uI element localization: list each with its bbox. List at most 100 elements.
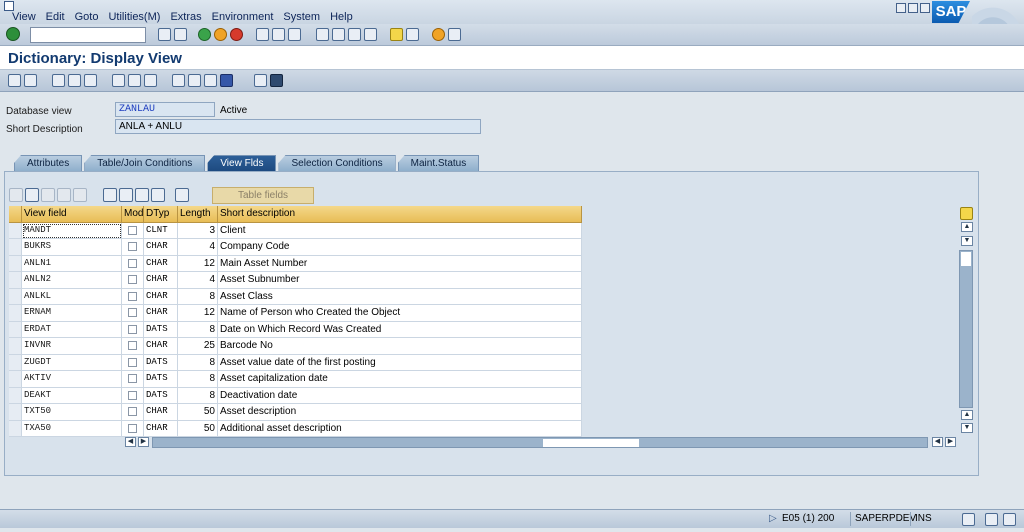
vertical-scroll-thumb[interactable] bbox=[961, 252, 971, 266]
mod-checkbox[interactable] bbox=[128, 324, 137, 334]
exit-icon[interactable] bbox=[214, 28, 227, 41]
scroll-up-bottom-icon[interactable]: ▲ bbox=[961, 410, 973, 420]
row-selector[interactable] bbox=[9, 255, 22, 272]
row-selector[interactable] bbox=[9, 354, 22, 371]
cut-icon[interactable] bbox=[9, 188, 23, 202]
mod-checkbox[interactable] bbox=[128, 308, 137, 318]
menu-extras[interactable]: Extras bbox=[170, 11, 201, 23]
technical-settings-icon[interactable] bbox=[270, 74, 283, 87]
save-icon[interactable] bbox=[174, 28, 187, 41]
menu-edit[interactable]: Edit bbox=[46, 11, 65, 23]
menu-environment[interactable]: Environment bbox=[212, 11, 274, 23]
tab-selection-conditions[interactable]: Selection Conditions bbox=[278, 155, 396, 171]
info-icon[interactable] bbox=[220, 74, 233, 87]
cancel-icon[interactable] bbox=[230, 28, 243, 41]
other-object-back-icon[interactable] bbox=[8, 74, 21, 87]
where-used-icon[interactable] bbox=[144, 74, 157, 87]
cell-view-field[interactable]: TXA50 bbox=[22, 420, 122, 437]
cell-view-field[interactable]: INVNR bbox=[22, 338, 122, 355]
close-window-icon[interactable] bbox=[920, 3, 930, 13]
table-row[interactable]: ANLN1 CHAR 12 Main Asset Number bbox=[9, 255, 582, 272]
select-all-icon[interactable] bbox=[103, 188, 117, 202]
table-row[interactable]: AKTIV DATS 8 Asset capitalization date bbox=[9, 371, 582, 388]
last-page-icon[interactable] bbox=[364, 28, 377, 41]
graphic-icon[interactable] bbox=[254, 74, 267, 87]
system-menu-icon[interactable] bbox=[4, 1, 14, 11]
column-config-icon[interactable] bbox=[960, 207, 973, 220]
horizontal-scroll-thumb[interactable] bbox=[543, 439, 639, 447]
paste-icon[interactable] bbox=[41, 188, 55, 202]
table-row[interactable]: BUKRS CHAR 4 Company Code bbox=[9, 239, 582, 256]
mod-checkbox[interactable] bbox=[128, 242, 137, 252]
vertical-scrollbar[interactable] bbox=[959, 250, 973, 408]
copy-icon[interactable] bbox=[25, 188, 39, 202]
col-dtyp[interactable]: DTyp bbox=[144, 206, 178, 223]
menu-utilities[interactable]: Utilities(M) bbox=[108, 11, 160, 23]
scroll-up-icon[interactable]: ▲ bbox=[961, 222, 973, 232]
enter-icon[interactable] bbox=[6, 27, 20, 41]
col-short-description[interactable]: Short description bbox=[218, 206, 582, 223]
menu-goto[interactable]: Goto bbox=[75, 11, 99, 23]
new-session-icon[interactable] bbox=[390, 28, 403, 41]
tab-table-join-conditions[interactable]: Table/Join Conditions bbox=[84, 155, 206, 171]
cell-view-field[interactable]: MANDT bbox=[22, 222, 122, 239]
row-selector[interactable] bbox=[9, 420, 22, 437]
table-row[interactable]: ANLN2 CHAR 4 Asset Subnumber bbox=[9, 272, 582, 289]
back-icon[interactable] bbox=[198, 28, 211, 41]
mod-checkbox[interactable] bbox=[128, 390, 137, 400]
mod-checkbox[interactable] bbox=[128, 258, 137, 268]
help-icon[interactable] bbox=[432, 28, 445, 41]
menu-view[interactable]: View bbox=[12, 11, 36, 23]
mod-checkbox[interactable] bbox=[128, 407, 137, 417]
row-selector[interactable] bbox=[9, 321, 22, 338]
tab-view-flds[interactable]: View Flds bbox=[207, 155, 277, 171]
navigation-window-icon[interactable] bbox=[204, 74, 217, 87]
active-inactive-icon[interactable] bbox=[68, 74, 81, 87]
short-desc-field[interactable]: ANLA + ANLU bbox=[115, 119, 481, 134]
table-row[interactable]: ZUGDT DATS 8 Asset value date of the first … bbox=[9, 354, 582, 371]
row-selector[interactable] bbox=[9, 272, 22, 289]
back-arrow-icon[interactable] bbox=[158, 28, 171, 41]
col-view-field[interactable]: View field bbox=[22, 206, 122, 223]
table-row[interactable]: MANDT CLNT 3 Client bbox=[9, 222, 582, 239]
table-row[interactable]: DEAKT DATS 8 Deactivation date bbox=[9, 387, 582, 404]
status-keyboard-icon[interactable] bbox=[962, 513, 975, 526]
insert-row-icon[interactable] bbox=[73, 188, 87, 202]
other-object-forward-icon[interactable] bbox=[24, 74, 37, 87]
cell-view-field[interactable]: ANLN2 bbox=[22, 272, 122, 289]
shortcut-icon[interactable] bbox=[406, 28, 419, 41]
other-object-icon[interactable] bbox=[84, 74, 97, 87]
mod-checkbox[interactable] bbox=[128, 291, 137, 301]
row-selector[interactable] bbox=[9, 404, 22, 421]
command-field[interactable] bbox=[30, 27, 146, 43]
activate-icon[interactable] bbox=[128, 74, 141, 87]
mod-checkbox[interactable] bbox=[128, 275, 137, 285]
first-column-scroll-icon[interactable]: ◀ bbox=[125, 437, 136, 447]
row-selector[interactable] bbox=[9, 288, 22, 305]
table-row[interactable]: ANLKL CHAR 8 Asset Class bbox=[9, 288, 582, 305]
tab-maint-status[interactable]: Maint.Status bbox=[397, 155, 480, 171]
tab-attributes[interactable]: Attributes bbox=[14, 155, 83, 171]
cell-view-field[interactable]: TXT50 bbox=[22, 404, 122, 421]
cell-view-field[interactable]: ZUGDT bbox=[22, 354, 122, 371]
mod-checkbox[interactable] bbox=[128, 357, 137, 367]
display-change-icon[interactable] bbox=[52, 74, 65, 87]
delete-row-icon[interactable] bbox=[57, 188, 71, 202]
status-options-icon[interactable] bbox=[1003, 513, 1016, 526]
minimize-icon[interactable] bbox=[896, 3, 906, 13]
mod-checkbox[interactable] bbox=[128, 423, 137, 433]
maximize-icon[interactable] bbox=[908, 3, 918, 13]
scroll-left-icon[interactable]: ◀ bbox=[932, 437, 943, 447]
row-selector[interactable] bbox=[9, 338, 22, 355]
menu-system[interactable]: System bbox=[283, 11, 320, 23]
table-row[interactable]: TXT50 CHAR 50 Asset description bbox=[9, 404, 582, 421]
db-view-field[interactable]: ZANLAU bbox=[115, 102, 215, 117]
table-row[interactable]: TXA50 CHAR 50 Additional asset description bbox=[9, 420, 582, 437]
scroll-down-bottom-icon[interactable]: ▼ bbox=[961, 423, 973, 433]
mod-checkbox[interactable] bbox=[128, 374, 137, 384]
menu-help[interactable]: Help bbox=[330, 11, 353, 23]
deselect-all-icon[interactable] bbox=[119, 188, 133, 202]
row-selector[interactable] bbox=[9, 222, 22, 239]
cell-view-field[interactable]: AKTIV bbox=[22, 371, 122, 388]
table-fields-button[interactable]: Table fields bbox=[212, 187, 314, 204]
